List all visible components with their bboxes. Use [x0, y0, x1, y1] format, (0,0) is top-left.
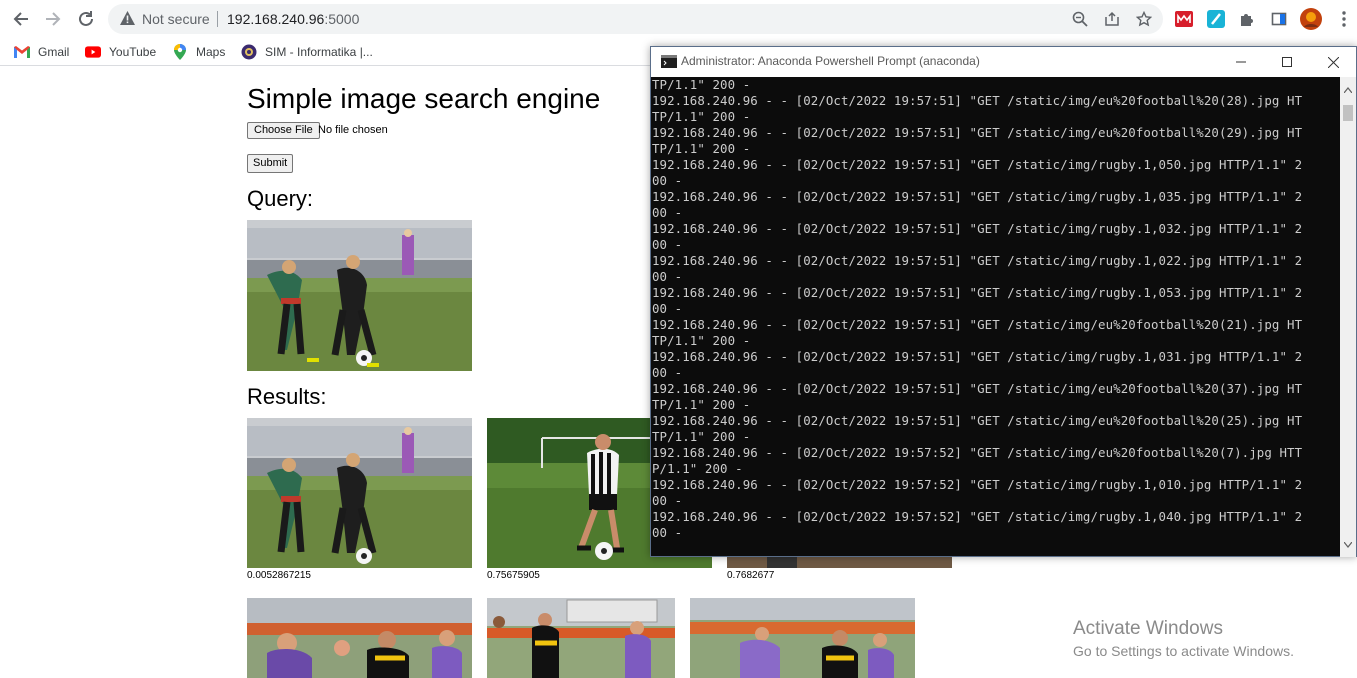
terminal-line: P/1.1" 200 -	[652, 461, 743, 476]
result-score-1: 0.0052867215	[247, 570, 311, 581]
result-image-5[interactable]	[487, 598, 675, 678]
result-score-3: 0.7682677	[727, 570, 775, 581]
terminal-line: 00 -	[652, 301, 683, 316]
choose-file-button[interactable]: Choose File	[247, 122, 320, 139]
screen: Not secure 192.168.240.96:5000 Gmail You…	[0, 0, 1357, 678]
side-panel-icon[interactable]	[1268, 8, 1290, 30]
bookmark-label: SIM - Informatika |...	[265, 45, 373, 59]
terminal-line: 00 -	[652, 205, 683, 220]
bookmark-label: Maps	[196, 45, 226, 59]
gmail-icon	[14, 44, 30, 60]
terminal-output[interactable]: TP/1.1" 200 -192.168.240.96 - - [02/Oct/…	[651, 77, 1341, 557]
address-bar[interactable]: Not secure 192.168.240.96:5000	[108, 4, 1163, 34]
address-divider	[217, 11, 218, 27]
minimize-icon[interactable]	[1218, 47, 1264, 77]
powershell-window[interactable]: Administrator: Anaconda Powershell Promp…	[650, 46, 1357, 557]
editor-extension-icon[interactable]	[1205, 8, 1227, 30]
file-status-text: No file chosen	[318, 124, 388, 136]
result-image-1[interactable]	[247, 418, 472, 568]
url-port: :5000	[324, 11, 360, 27]
terminal-line: 192.168.240.96 - - [02/Oct/2022 19:57:51…	[652, 93, 1303, 108]
terminal-line: 00 -	[652, 173, 683, 188]
bookmark-youtube[interactable]: YouTube	[85, 43, 156, 61]
reload-icon[interactable]	[74, 7, 98, 31]
terminal-line: TP/1.1" 200 -	[652, 397, 751, 412]
terminal-icon	[661, 55, 677, 68]
scroll-up-icon[interactable]	[1343, 80, 1353, 98]
url-host: 192.168.240.96	[227, 11, 325, 27]
terminal-line: TP/1.1" 200 -	[652, 333, 751, 348]
youtube-icon	[85, 44, 101, 60]
activate-windows-subtitle: Go to Settings to activate Windows.	[1073, 643, 1294, 659]
activate-windows-title: Activate Windows	[1073, 618, 1223, 639]
browser-toolbar: Not secure 192.168.240.96:5000	[0, 0, 1357, 38]
terminal-line: TP/1.1" 200 -	[652, 77, 751, 92]
result-image-6[interactable]	[690, 598, 915, 678]
terminal-line: 192.168.240.96 - - [02/Oct/2022 19:57:52…	[652, 477, 1303, 492]
profile-avatar[interactable]	[1300, 8, 1322, 30]
query-image	[247, 220, 472, 371]
terminal-line: 192.168.240.96 - - [02/Oct/2022 19:57:51…	[652, 189, 1303, 204]
terminal-line: 192.168.240.96 - - [02/Oct/2022 19:57:51…	[652, 413, 1303, 428]
warning-icon[interactable]	[119, 10, 136, 31]
share-icon[interactable]	[1102, 9, 1122, 29]
maximize-icon[interactable]	[1264, 47, 1310, 77]
terminal-line: 192.168.240.96 - - [02/Oct/2022 19:57:51…	[652, 285, 1303, 300]
terminal-line: 192.168.240.96 - - [02/Oct/2022 19:57:51…	[652, 157, 1303, 172]
terminal-line: 192.168.240.96 - - [02/Oct/2022 19:57:51…	[652, 349, 1303, 364]
terminal-line: 192.168.240.96 - - [02/Oct/2022 19:57:51…	[652, 221, 1303, 236]
scroll-down-icon[interactable]	[1343, 535, 1353, 553]
terminal-line: 192.168.240.96 - - [02/Oct/2022 19:57:51…	[652, 253, 1303, 268]
terminal-line: 192.168.240.96 - - [02/Oct/2022 19:57:51…	[652, 381, 1303, 396]
results-heading: Results:	[247, 384, 327, 409]
terminal-line: 192.168.240.96 - - [02/Oct/2022 19:57:52…	[652, 445, 1303, 460]
terminal-scrollbar[interactable]	[1340, 77, 1356, 557]
university-logo-icon	[241, 44, 257, 60]
bookmark-star-icon[interactable]	[1134, 9, 1154, 29]
terminal-line: 00 -	[652, 365, 683, 380]
bookmark-sim-informatika[interactable]: SIM - Informatika |...	[241, 43, 373, 61]
terminal-line: 00 -	[652, 269, 683, 284]
bookmark-label: YouTube	[109, 45, 157, 59]
forward-arrow-icon[interactable]	[41, 7, 65, 31]
scrollbar-thumb[interactable]	[1343, 105, 1353, 121]
powershell-titlebar[interactable]: Administrator: Anaconda Powershell Promp…	[651, 47, 1356, 77]
submit-button[interactable]: Submit	[247, 154, 294, 173]
bookmark-gmail[interactable]: Gmail	[14, 43, 69, 61]
page-title: Simple image search engine	[247, 83, 601, 114]
bookmark-maps[interactable]: Maps	[172, 43, 225, 61]
terminal-line: 192.168.240.96 - - [02/Oct/2022 19:57:52…	[652, 509, 1303, 524]
terminal-line: 00 -	[652, 525, 683, 540]
extensions-puzzle-icon[interactable]	[1236, 8, 1258, 30]
terminal-line: TP/1.1" 200 -	[652, 109, 751, 124]
zoom-icon[interactable]	[1070, 9, 1090, 29]
terminal-line: 00 -	[652, 237, 683, 252]
maps-pin-icon	[172, 44, 188, 60]
result-image-4[interactable]	[247, 598, 472, 678]
terminal-line: 00 -	[652, 493, 683, 508]
terminal-line: 192.168.240.96 - - [02/Oct/2022 19:57:51…	[652, 317, 1303, 332]
query-heading: Query:	[247, 186, 314, 211]
mendeley-extension-icon[interactable]	[1173, 8, 1195, 30]
browser-menu-icon[interactable]	[1333, 8, 1355, 30]
security-label[interactable]: Not secure	[142, 11, 210, 27]
back-arrow-icon[interactable]	[9, 7, 33, 31]
url-text[interactable]: 192.168.240.96:5000	[227, 11, 359, 27]
terminal-line: TP/1.1" 200 -	[652, 429, 751, 444]
powershell-title: Administrator: Anaconda Powershell Promp…	[681, 54, 980, 68]
terminal-line: TP/1.1" 200 -	[652, 141, 751, 156]
terminal-line: 192.168.240.96 - - [02/Oct/2022 19:57:51…	[652, 125, 1303, 140]
close-icon[interactable]	[1310, 47, 1356, 77]
bookmark-label: Gmail	[38, 45, 70, 59]
result-score-2: 0.75675905	[487, 570, 540, 581]
